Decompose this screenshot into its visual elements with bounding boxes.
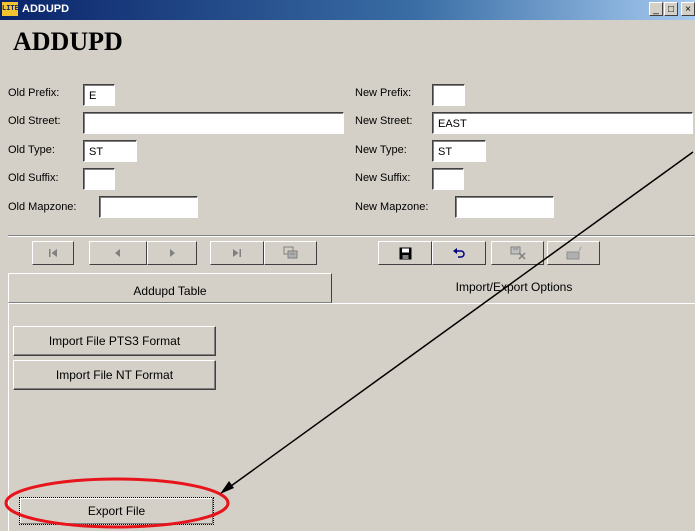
import-nt-button[interactable]: Import File NT Format [13, 360, 216, 390]
old-suffix-field[interactable] [83, 168, 115, 190]
new-street-label: New Street: [355, 115, 413, 127]
last-record-button[interactable] [210, 241, 264, 265]
save-icon [399, 247, 411, 259]
export-file-button[interactable]: Export File [19, 497, 214, 525]
old-type-field[interactable]: ST [83, 140, 137, 162]
old-type-label: Old Type: [8, 144, 55, 156]
old-street-field[interactable] [83, 112, 344, 134]
previous-record-button[interactable] [89, 241, 147, 265]
undo-button[interactable] [432, 241, 486, 265]
new-record-icon [566, 246, 581, 260]
new-prefix-label: New Prefix: [355, 87, 412, 99]
new-prefix-field[interactable] [432, 84, 465, 106]
form-heading: ADDUPD [13, 27, 123, 56]
last-record-icon [233, 249, 241, 257]
delete-record-icon [510, 246, 526, 260]
title-bar: LITE ADDUPD _ □ × [0, 0, 695, 20]
import-pts3-button[interactable]: Import File PTS3 Format [13, 326, 216, 356]
undo-icon [453, 248, 465, 258]
new-mapzone-label: New Mapzone: [355, 201, 429, 213]
app-icon: LITE [2, 2, 19, 16]
old-prefix-label: Old Prefix: [8, 87, 60, 99]
next-record-button[interactable] [147, 241, 197, 265]
close-button[interactable]: × [681, 2, 695, 16]
tab-import-export-options[interactable]: Import/Export Options [333, 270, 695, 304]
window-title: ADDUPD [22, 3, 70, 15]
new-street-field[interactable]: EAST [432, 112, 693, 134]
first-record-icon [49, 249, 57, 257]
old-mapzone-label: Old Mapzone: [8, 201, 77, 213]
new-type-label: New Type: [355, 144, 407, 156]
save-button[interactable] [378, 241, 432, 265]
new-suffix-field[interactable] [432, 168, 464, 190]
old-suffix-label: Old Suffix: [8, 172, 59, 184]
old-prefix-field[interactable]: E [83, 84, 115, 106]
minimize-button[interactable]: _ [649, 2, 663, 16]
find-record-button[interactable] [264, 241, 317, 265]
tab-addupd-table[interactable]: Addupd Table [8, 273, 332, 303]
toolbar-separator [8, 235, 695, 237]
old-mapzone-field[interactable] [99, 196, 198, 218]
find-record-icon [283, 246, 297, 259]
previous-record-icon [115, 249, 120, 257]
new-suffix-label: New Suffix: [355, 172, 411, 184]
maximize-button[interactable]: □ [664, 2, 678, 16]
first-record-button[interactable] [32, 241, 74, 265]
old-street-label: Old Street: [8, 115, 61, 127]
new-record-button[interactable] [547, 241, 600, 265]
new-mapzone-field[interactable] [455, 196, 554, 218]
new-type-field[interactable]: ST [432, 140, 486, 162]
delete-record-button[interactable] [491, 241, 544, 265]
next-record-icon [170, 249, 175, 257]
